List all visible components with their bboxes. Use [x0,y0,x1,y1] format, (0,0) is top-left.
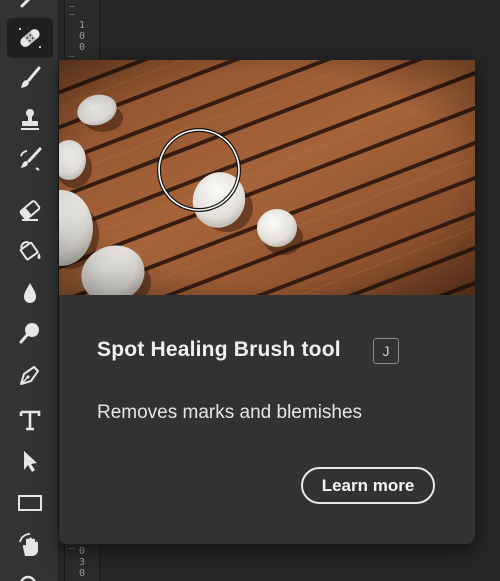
tool-spot-healing-brush[interactable] [7,18,53,58]
tool-eraser[interactable] [7,190,53,230]
tool-dodge[interactable] [7,313,53,353]
tool-tooltip: Spot Healing Brush tool J Removes marks … [59,60,475,544]
paint-bucket-icon [19,241,41,261]
wood-deck-stones-image [59,60,475,295]
spot-healing-brush-icon [19,28,41,48]
tool-hand[interactable] [7,526,53,566]
tool-brush[interactable] [7,58,53,98]
tool-pen[interactable] [7,355,53,395]
tool-healing-brush[interactable] [7,0,53,18]
tool-paint-bucket[interactable] [7,230,53,270]
tool-path-selection[interactable] [7,441,53,481]
ruler-label-bottom: 0 3 0 [78,546,86,579]
healing-brush-icon [20,0,31,8]
tooltip-title: Spot Healing Brush tool [97,338,341,361]
eraser-icon [19,200,41,221]
pen-icon [20,366,39,385]
history-brush-icon [20,147,42,171]
ruler-tick [69,14,75,15]
tool-type[interactable] [7,400,53,440]
dodge-icon [19,323,39,344]
photoshop-window: 1 0 0 0 3 0 Spot Healing Brush tool J Re… [0,0,500,581]
blur-icon [24,283,36,303]
tools-panel [0,0,59,581]
ruler-tick [69,56,75,57]
tool-rectangle[interactable] [7,483,53,523]
tooltip-description: Removes marks and blemishes [97,402,363,423]
brush-icon [21,66,41,88]
type-icon [19,410,41,431]
tool-history-brush[interactable] [7,140,53,180]
path-selection-icon [24,451,37,472]
tooltip-preview-image [59,60,475,295]
tool-clone-stamp[interactable] [7,99,53,139]
tool-zoom[interactable] [7,566,53,581]
shortcut-badge: J [373,338,399,364]
clone-stamp-icon [21,109,39,130]
tool-blur[interactable] [7,273,53,313]
hand-icon [19,533,38,556]
ruler-label-top: 1 0 0 [78,20,86,53]
rectangle-icon [18,495,42,511]
zoom-icon [20,575,36,581]
ruler-tick [69,6,75,7]
learn-more-button[interactable]: Learn more [301,467,435,504]
